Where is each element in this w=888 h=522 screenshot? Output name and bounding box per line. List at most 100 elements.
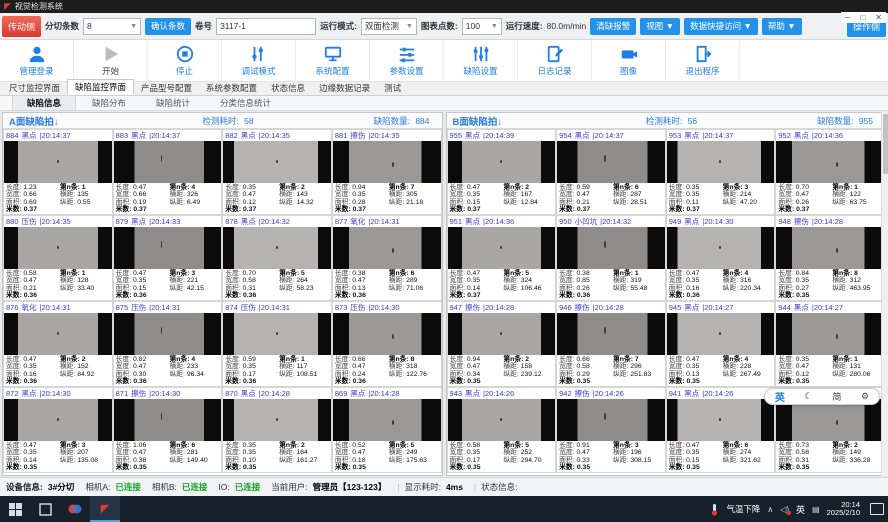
defect-cell[interactable]: 884 黑点 |20:14:37 长度: 1.23 宽度: 0.66 面积: 0… bbox=[3, 129, 113, 215]
defect-thumbnail[interactable] bbox=[223, 141, 331, 183]
defect-cell[interactable]: 942 擦伤 |20:14:26 长度: 0.91 宽度: 0.47 面积: 0… bbox=[556, 387, 666, 473]
defect-cell[interactable]: 874 压伤 |20:14:31 长度: 0.59 宽度: 0.35 面积: 0… bbox=[222, 301, 332, 387]
start-button[interactable] bbox=[0, 496, 30, 522]
keyboard-icon[interactable]: ▤ bbox=[812, 505, 820, 514]
defect-cell[interactable]: 873 压伤 |20:14:30 长度: 0.66 宽度: 0.47 面积: 0… bbox=[332, 301, 442, 387]
defect-cell[interactable]: 876 氧化 |20:14:31 长度: 0.47 宽度: 0.35 面积: 0… bbox=[3, 301, 113, 387]
defect-thumbnail[interactable] bbox=[333, 399, 441, 441]
defect-cell[interactable]: 882 黑点 |20:14:35 长度: 0.35 宽度: 0.47 面积: 0… bbox=[222, 129, 332, 215]
clear-alarm-button[interactable]: 清缺报警 bbox=[590, 18, 636, 35]
ime-indicator[interactable]: 英 bbox=[796, 503, 805, 516]
defect-thumbnail[interactable] bbox=[776, 399, 884, 441]
help-menu-button[interactable]: 帮助 ▼ bbox=[762, 18, 802, 35]
quick-data-menu-button[interactable]: 数据快捷访问 ▼ bbox=[684, 18, 758, 35]
defect-cell[interactable]: 944 黑点 |20:14:27 长度: 0.35 宽度: 0.47 面积: 0… bbox=[775, 301, 885, 387]
tab-system-params[interactable]: 系统参数配置 bbox=[199, 81, 264, 95]
defect-cell[interactable]: 953 黑点 |20:14:37 长度: 0.35 宽度: 0.35 面积: 0… bbox=[666, 129, 776, 215]
defect-cell[interactable]: 951 黑点 |20:14:36 长度: 0.47 宽度: 0.35 面积: 0… bbox=[447, 215, 557, 301]
defect-thumbnail[interactable] bbox=[557, 313, 665, 355]
notification-center-icon[interactable] bbox=[870, 503, 884, 515]
defect-thumbnail[interactable] bbox=[557, 227, 665, 269]
defect-cell[interactable]: 955 黑点 |20:14:39 长度: 0.47 宽度: 0.35 面积: 0… bbox=[447, 129, 557, 215]
defect-thumbnail[interactable] bbox=[667, 141, 775, 183]
start-button[interactable]: 开始 bbox=[74, 40, 148, 81]
defect-cell[interactable]: 870 黑点 |20:14:28 长度: 0.35 宽度: 0.35 面积: 0… bbox=[222, 387, 332, 473]
defect-thumbnail[interactable] bbox=[4, 313, 112, 355]
subtab-defect-info[interactable]: 缺陷信息 bbox=[12, 95, 76, 111]
subtab-defect-stats[interactable]: 缺陷统计 bbox=[142, 96, 204, 110]
clock[interactable]: 20:14 2025/2/10 bbox=[827, 501, 860, 518]
defect-cell[interactable]: 947 擦伤 |20:14:28 长度: 0.94 宽度: 0.47 面积: 0… bbox=[447, 301, 557, 387]
defect-thumbnail[interactable] bbox=[776, 313, 884, 355]
tab-product-config[interactable]: 产品型号配置 bbox=[134, 81, 199, 95]
confirm-strips-button[interactable]: 确认条数 bbox=[145, 18, 191, 35]
defect-cell[interactable]: 883 黑点 |20:14:37 长度: 0.47 宽度: 0.66 面积: 0… bbox=[113, 129, 223, 215]
defect-thumbnail[interactable] bbox=[333, 313, 441, 355]
defect-thumbnail[interactable] bbox=[4, 399, 112, 441]
strips-select[interactable]: 8▼ bbox=[83, 18, 141, 35]
maximize-button[interactable]: □ bbox=[860, 13, 865, 22]
defect-cell[interactable]: 880 压伤 |20:14:35 长度: 0.58 宽度: 0.47 面积: 0… bbox=[3, 215, 113, 301]
defect-cell[interactable]: 943 黑点 |20:14:26 长度: 0.58 宽度: 0.35 面积: 0… bbox=[447, 387, 557, 473]
roll-input[interactable] bbox=[216, 18, 316, 35]
defect-cell[interactable]: 946 擦伤 |20:14:28 长度: 0.66 宽度: 0.58 面积: 0… bbox=[556, 301, 666, 387]
defect-thumbnail[interactable] bbox=[448, 313, 556, 355]
defect-thumbnail[interactable] bbox=[114, 313, 222, 355]
defect-thumbnail[interactable] bbox=[114, 141, 222, 183]
ime-lang-cn[interactable]: 简 bbox=[832, 390, 841, 403]
exit-program-button[interactable]: 退出程序 bbox=[666, 40, 740, 81]
defect-thumbnail[interactable] bbox=[223, 227, 331, 269]
tray-expand-chevron[interactable]: ∧ bbox=[767, 505, 773, 514]
defect-cell[interactable]: 869 黑点 |20:14:28 长度: 0.52 宽度: 0.47 面积: 0… bbox=[332, 387, 442, 473]
drive-side-button[interactable]: 传动侧 bbox=[2, 16, 41, 37]
tab-status-info[interactable]: 状态信息 bbox=[264, 81, 312, 95]
defect-thumbnail[interactable] bbox=[223, 313, 331, 355]
system-config-button[interactable]: 系统配置 bbox=[296, 40, 370, 81]
param-settings-button[interactable]: 参数设置 bbox=[370, 40, 444, 81]
defect-thumbnail[interactable] bbox=[557, 141, 665, 183]
tab-test[interactable]: 测试 bbox=[377, 81, 408, 95]
view-menu-button[interactable]: 视图 ▼ bbox=[640, 18, 680, 35]
gear-icon[interactable]: ⚙ bbox=[861, 391, 869, 402]
defect-cell[interactable]: 945 黑点 |20:14:27 长度: 0.47 宽度: 0.35 面积: 0… bbox=[666, 301, 776, 387]
defect-thumbnail[interactable] bbox=[667, 313, 775, 355]
defect-cell[interactable]: 879 黑点 |20:14:33 长度: 0.47 宽度: 0.35 面积: 0… bbox=[113, 215, 223, 301]
mode-select[interactable]: 双面检测▼ bbox=[361, 18, 417, 35]
defect-cell[interactable]: 881 擦伤 |20:14:35 长度: 0.94 宽度: 0.35 面积: 0… bbox=[332, 129, 442, 215]
thermometer-icon[interactable] bbox=[710, 503, 719, 516]
tab-defect-monitor[interactable]: 缺陷监控界面 bbox=[67, 79, 134, 95]
defect-thumbnail[interactable] bbox=[4, 141, 112, 183]
defect-cell[interactable]: 878 黑点 |20:14:32 长度: 0.70 宽度: 0.58 面积: 0… bbox=[222, 215, 332, 301]
defect-thumbnail[interactable] bbox=[223, 399, 331, 441]
defect-cell[interactable]: 871 擦伤 |20:14:30 长度: 1.06 宽度: 0.47 面积: 0… bbox=[113, 387, 223, 473]
defect-cell[interactable]: 875 压伤 |20:14:31 长度: 0.82 宽度: 0.47 面积: 0… bbox=[113, 301, 223, 387]
task-view-button[interactable] bbox=[30, 496, 60, 522]
defect-thumbnail[interactable] bbox=[114, 399, 222, 441]
defect-thumbnail[interactable] bbox=[776, 227, 884, 269]
stop-button[interactable]: 停止 bbox=[148, 40, 222, 81]
image-button[interactable]: 图像 bbox=[592, 40, 666, 81]
defect-thumbnail[interactable] bbox=[667, 399, 775, 441]
moon-icon[interactable]: ☾ bbox=[805, 391, 813, 402]
defect-thumbnail[interactable] bbox=[667, 227, 775, 269]
defect-cell[interactable]: 872 黑点 |20:14:30 长度: 0.47 宽度: 0.35 面积: 0… bbox=[3, 387, 113, 473]
defect-thumbnail[interactable] bbox=[333, 141, 441, 183]
defect-settings-button[interactable]: 缺陷设置 bbox=[444, 40, 518, 81]
defect-cell[interactable]: 948 擦伤 |20:14:28 长度: 0.84 宽度: 0.35 面积: 0… bbox=[775, 215, 885, 301]
defect-thumbnail[interactable] bbox=[448, 399, 556, 441]
points-select[interactable]: 100▼ bbox=[462, 18, 502, 35]
subtab-defect-distribution[interactable]: 缺陷分布 bbox=[78, 96, 140, 110]
defect-thumbnail[interactable] bbox=[4, 227, 112, 269]
tab-size-monitor[interactable]: 尺寸监控界面 bbox=[2, 81, 67, 95]
defect-cell[interactable]: 877 氧化 |20:14:31 长度: 0.38 宽度: 0.47 面积: 0… bbox=[332, 215, 442, 301]
defect-thumbnail[interactable] bbox=[448, 141, 556, 183]
ime-lang-en[interactable]: 英 bbox=[775, 389, 785, 404]
close-button[interactable]: ✕ bbox=[875, 13, 882, 22]
minimize-button[interactable]: ─ bbox=[845, 13, 851, 22]
tab-edge-data[interactable]: 边缘数据记录 bbox=[312, 81, 377, 95]
defect-thumbnail[interactable] bbox=[114, 227, 222, 269]
defect-thumbnail[interactable] bbox=[448, 227, 556, 269]
defect-thumbnail[interactable] bbox=[333, 227, 441, 269]
subtab-class-stats[interactable]: 分类信息统计 bbox=[206, 96, 285, 110]
defect-cell[interactable]: 949 黑点 |20:14:30 长度: 0.47 宽度: 0.35 面积: 0… bbox=[666, 215, 776, 301]
